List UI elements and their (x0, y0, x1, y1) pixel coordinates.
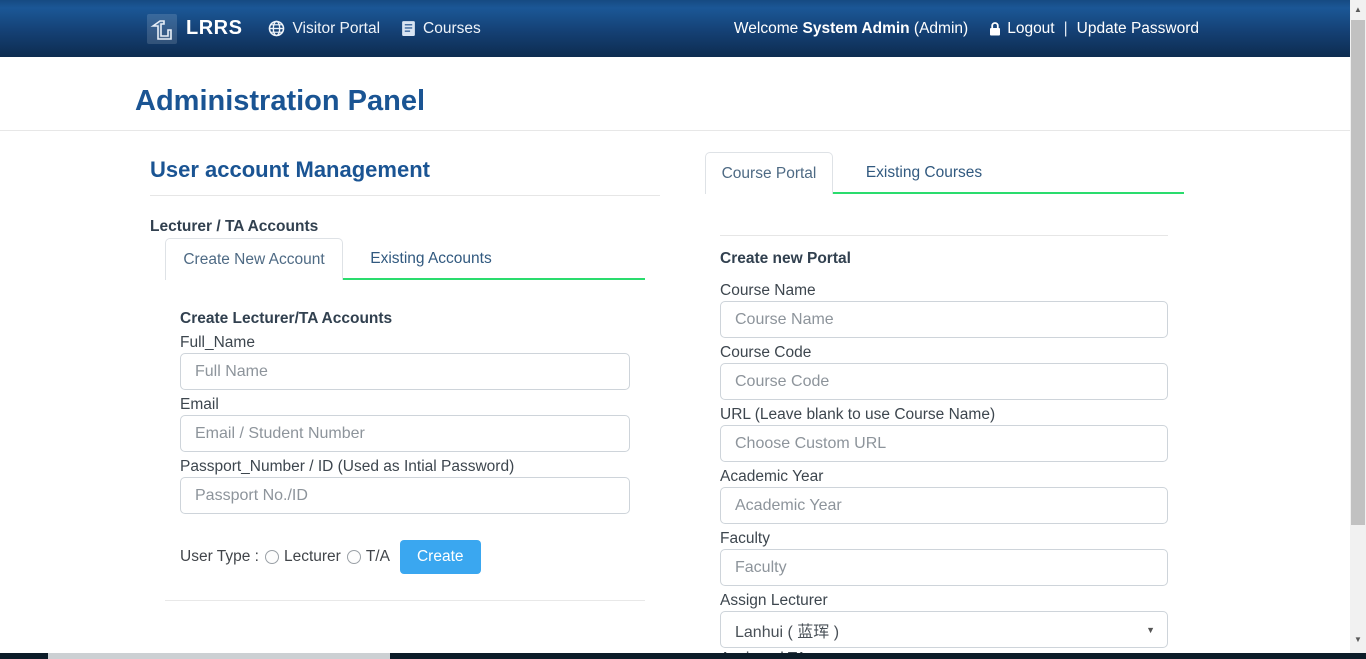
user-type-label: User Type : (180, 548, 259, 566)
lecturer-ta-accounts-heading: Lecturer / TA Accounts (150, 216, 660, 237)
user-name: System Admin (803, 20, 910, 38)
create-account-button[interactable]: Create (400, 540, 481, 574)
academic-year-label: Academic Year (720, 466, 1168, 487)
faculty-label: Faculty (720, 528, 1168, 549)
radio-lecturer-label: Lecturer (284, 548, 341, 566)
caret-down-icon: ▼ (1146, 625, 1155, 635)
tab-existing-courses[interactable]: Existing Courses (833, 152, 1015, 194)
nav-courses-label: Courses (423, 20, 481, 38)
globe-icon (268, 20, 285, 37)
course-name-input[interactable] (720, 301, 1168, 338)
lock-icon (988, 21, 1002, 37)
nav-courses[interactable]: Courses (401, 20, 481, 38)
navbar-left: LRRS Visitor Portal (0, 14, 481, 44)
tab-create-new-account[interactable]: Create New Account (165, 238, 343, 280)
page: LRRS Visitor Portal (0, 0, 1366, 659)
tab-existing-accounts[interactable]: Existing Accounts (343, 238, 519, 280)
create-portal-form: Create new Portal Course Name Course Cod… (720, 248, 1168, 659)
horizontal-scrollbar[interactable] (0, 653, 1366, 659)
update-password-link[interactable]: Update Password (1077, 20, 1199, 38)
nav-visitor-portal[interactable]: Visitor Portal (268, 20, 380, 38)
section-title: User account Management (150, 157, 660, 182)
passport-id-input[interactable] (180, 477, 630, 514)
book-icon (401, 20, 416, 37)
welcome-text: Welcome (734, 20, 803, 38)
full-name-input[interactable] (180, 353, 630, 390)
scroll-down-arrow-icon[interactable]: ▼ (1350, 631, 1366, 647)
email-label: Email (180, 394, 630, 415)
create-account-form: Create Lecturer/TA Accounts Full_Name Em… (180, 308, 630, 514)
course-code-label: Course Code (720, 342, 1168, 363)
custom-url-input[interactable] (720, 425, 1168, 462)
top-navbar: LRRS Visitor Portal (0, 0, 1350, 57)
assign-lecturer-selected-value: Lanhui ( 蓝珲 ) (735, 618, 839, 642)
create-account-form-heading: Create Lecturer/TA Accounts (180, 308, 630, 329)
lrrs-logo-icon (147, 14, 177, 44)
courses-tabbar: Course Portal Existing Courses (705, 152, 1184, 194)
brand-link[interactable]: LRRS (147, 14, 242, 44)
course-name-label: Course Name (720, 280, 1168, 301)
assign-lecturer-select[interactable]: Lanhui ( 蓝珲 ) ▼ (720, 611, 1168, 648)
custom-url-label: URL (Leave blank to use Course Name) (720, 404, 1168, 425)
vertical-scrollbar-thumb[interactable] (1351, 20, 1365, 525)
email-input[interactable] (180, 415, 630, 452)
brand-text: LRRS (186, 17, 242, 40)
radio-ta[interactable] (347, 550, 361, 564)
full-name-label: Full_Name (180, 332, 630, 353)
nav-visitor-portal-label: Visitor Portal (292, 20, 380, 38)
faculty-input[interactable] (720, 549, 1168, 586)
user-account-management-panel: User account Management Lecturer / TA Ac… (150, 145, 660, 601)
page-title: Administration Panel (135, 85, 425, 118)
vertical-scrollbar[interactable]: ▲ ▼ (1350, 0, 1366, 653)
course-code-input[interactable] (720, 363, 1168, 400)
assign-lecturer-label: Assign Lecturer (720, 590, 1168, 611)
course-portal-panel: Course Portal Existing Courses Create ne… (700, 152, 1184, 659)
radio-lecturer[interactable] (265, 550, 279, 564)
academic-year-input[interactable] (720, 487, 1168, 524)
create-portal-heading: Create new Portal (720, 248, 1168, 269)
tab-underline (833, 192, 1184, 194)
divider (720, 235, 1168, 236)
nav-separator: | (1064, 20, 1068, 38)
radio-ta-label: T/A (366, 548, 390, 566)
user-role: (Admin) (910, 20, 969, 38)
accounts-tabbar: Create New Account Existing Accounts (165, 238, 645, 280)
navbar-right: Welcome System Admin (Admin) Logout | Up… (734, 0, 1199, 57)
passport-id-label: Passport_Number / ID (Used as Intial Pas… (180, 456, 630, 477)
logout-link[interactable]: Logout (1007, 20, 1054, 38)
divider (150, 195, 660, 196)
horizontal-scrollbar-thumb[interactable] (48, 653, 390, 659)
user-type-row: User Type : Lecturer T/A Create (180, 539, 660, 575)
tab-course-portal[interactable]: Course Portal (705, 152, 833, 194)
tab-underline (343, 278, 645, 280)
scroll-up-arrow-icon[interactable]: ▲ (1350, 1, 1366, 17)
divider (165, 600, 645, 601)
page-header: Administration Panel (0, 57, 1350, 131)
